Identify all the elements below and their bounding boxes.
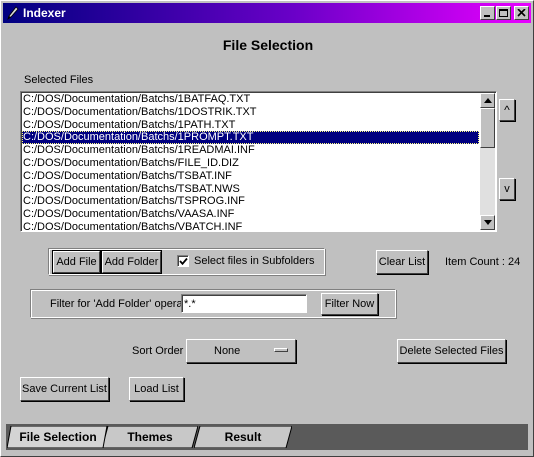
- sort-order-value: None: [214, 345, 241, 357]
- tab-file-selection[interactable]: File Selection: [7, 426, 109, 448]
- list-item[interactable]: C:/DOS/Documentation/Batchs/1READMAI.INF: [22, 144, 479, 157]
- arrow-down-icon: [484, 220, 492, 225]
- list-item[interactable]: C:/DOS/Documentation/Batchs/VAASA.INF: [22, 208, 479, 221]
- tab-themes-label: Themes: [127, 430, 173, 444]
- delete-selected-files-button[interactable]: Delete Selected Files: [397, 339, 506, 363]
- selected-files-list[interactable]: C:/DOS/Documentation/Batchs/1BATFAQ.TXT C…: [20, 91, 497, 232]
- tab-result[interactable]: Result: [194, 426, 292, 448]
- load-list-button[interactable]: Load List: [129, 377, 184, 401]
- checkmark-icon: [179, 257, 188, 266]
- move-up-button[interactable]: ^: [499, 99, 515, 121]
- clear-list-button[interactable]: Clear List: [376, 250, 428, 274]
- minimize-icon: [484, 15, 490, 17]
- scroll-thumb[interactable]: [480, 108, 495, 148]
- filter-now-button[interactable]: Filter Now: [321, 293, 378, 315]
- subfolders-label[interactable]: Select files in Subfolders: [194, 255, 314, 267]
- list-item[interactable]: C:/DOS/Documentation/Batchs/1DOSTRIK.TXT: [22, 106, 479, 119]
- tab-file-selection-label: File Selection: [19, 430, 97, 444]
- list-item[interactable]: C:/DOS/Documentation/Batchs/TSBAT.NWS: [22, 183, 479, 196]
- arrow-up-icon: [484, 98, 492, 103]
- list-item[interactable]: C:/DOS/Documentation/Batchs/FILE_ID.DIZ: [22, 157, 479, 170]
- move-down-button[interactable]: v: [499, 178, 515, 200]
- option-menu-indicator-icon: [274, 348, 288, 352]
- subfolders-checkbox[interactable]: [177, 255, 189, 267]
- save-current-list-button[interactable]: Save Current List: [20, 377, 109, 401]
- maximize-icon: [499, 9, 508, 17]
- list-item[interactable]: C:/DOS/Documentation/Batchs/VBATCH.INF: [22, 221, 479, 231]
- sort-order-label: Sort Order: [132, 345, 184, 357]
- list-item[interactable]: C:/DOS/Documentation/Batchs/1PATH.TXT: [22, 119, 479, 132]
- add-file-button[interactable]: Add File: [52, 250, 101, 274]
- maximize-button[interactable]: [496, 6, 511, 20]
- filter-label: Filter for 'Add Folder' operation: [50, 298, 201, 310]
- minimize-button[interactable]: [480, 6, 495, 20]
- list-item[interactable]: C:/DOS/Documentation/Batchs/1BATFAQ.TXT: [22, 93, 479, 106]
- title-bar[interactable]: Indexer: [3, 3, 531, 23]
- window-title: Indexer: [23, 6, 66, 20]
- indexer-window: Indexer File Selection Selected Files C:…: [0, 0, 534, 457]
- list-item[interactable]: C:/DOS/Documentation/Batchs/1PROMPT.TXT: [22, 131, 479, 145]
- selected-files-label: Selected Files: [24, 74, 94, 86]
- item-count: Item Count : 24: [445, 256, 521, 268]
- scroll-up-button[interactable]: [480, 93, 495, 108]
- list-item[interactable]: C:/DOS/Documentation/Batchs/TSPROG.INF: [22, 195, 479, 208]
- filter-input[interactable]: [181, 294, 307, 313]
- sort-order-dropdown[interactable]: None: [186, 339, 296, 363]
- list-item[interactable]: C:/DOS/Documentation/Batchs/TSBAT.INF: [22, 170, 479, 183]
- list-scrollbar[interactable]: [480, 93, 495, 230]
- tab-result-label: Result: [224, 430, 262, 444]
- file-list-items: C:/DOS/Documentation/Batchs/1BATFAQ.TXT C…: [22, 93, 479, 231]
- tab-strip: File Selection Themes Result: [6, 424, 528, 450]
- scroll-down-button[interactable]: [480, 215, 495, 230]
- pen-icon[interactable]: [7, 6, 19, 20]
- close-button[interactable]: [514, 6, 529, 20]
- add-folder-button[interactable]: Add Folder: [101, 250, 162, 274]
- page-title: File Selection: [222, 37, 314, 53]
- close-icon: [517, 9, 526, 17]
- tab-themes[interactable]: Themes: [102, 426, 198, 448]
